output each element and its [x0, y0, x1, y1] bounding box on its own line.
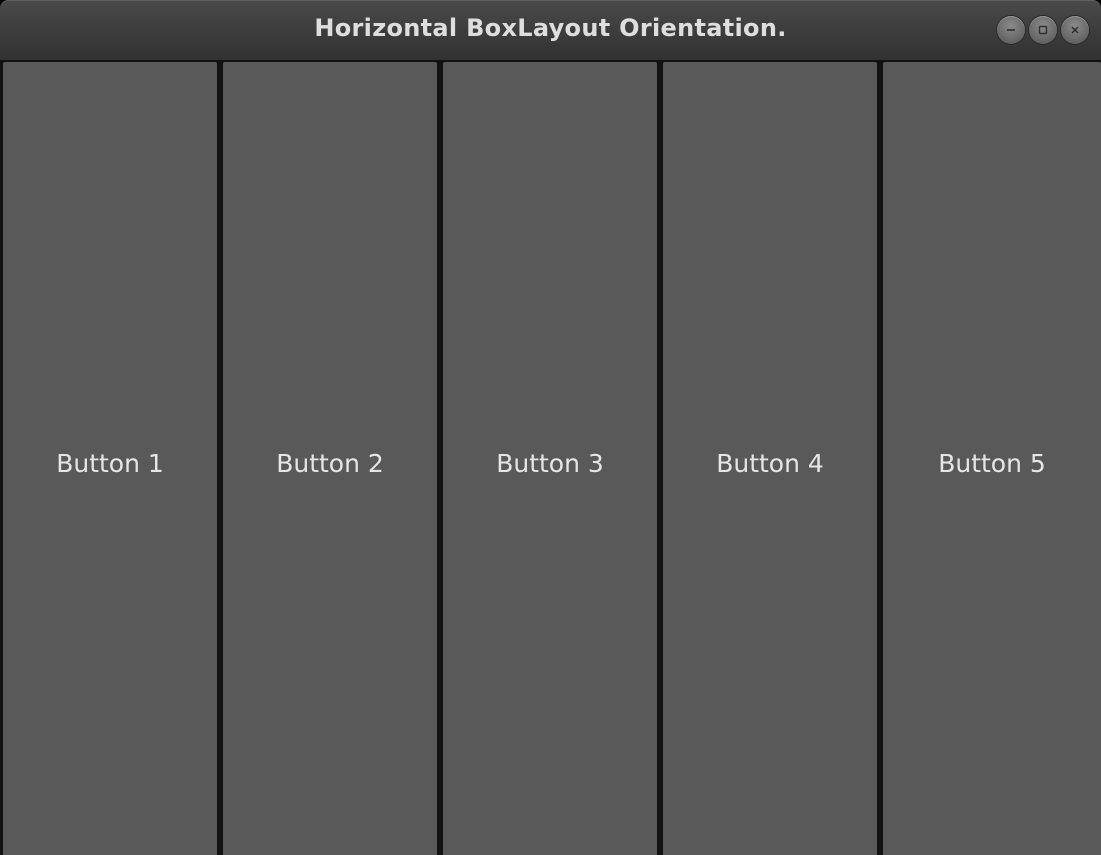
button-4-label: Button 4	[716, 449, 824, 478]
window-controls	[997, 16, 1089, 44]
title-bar[interactable]: Horizontal BoxLayout Orientation.	[0, 0, 1101, 60]
button-4[interactable]: Button 4	[663, 62, 877, 855]
box-layout: Button 1 Button 2 Button 3 Button 4 Butt…	[0, 60, 1101, 855]
app-window: Horizontal BoxLayout Orientation. Button…	[0, 0, 1101, 855]
minimize-button[interactable]	[997, 16, 1025, 44]
window-title: Horizontal BoxLayout Orientation.	[314, 14, 787, 42]
button-5-label: Button 5	[938, 449, 1046, 478]
close-button[interactable]	[1061, 16, 1089, 44]
minimize-icon	[1007, 29, 1015, 31]
close-icon	[1071, 26, 1079, 34]
maximize-button[interactable]	[1029, 16, 1057, 44]
button-3[interactable]: Button 3	[443, 62, 657, 855]
button-1-label: Button 1	[56, 449, 164, 478]
button-2[interactable]: Button 2	[223, 62, 437, 855]
button-5[interactable]: Button 5	[883, 62, 1101, 855]
button-2-label: Button 2	[276, 449, 384, 478]
button-3-label: Button 3	[496, 449, 604, 478]
maximize-icon	[1038, 25, 1048, 35]
button-1[interactable]: Button 1	[3, 62, 217, 855]
